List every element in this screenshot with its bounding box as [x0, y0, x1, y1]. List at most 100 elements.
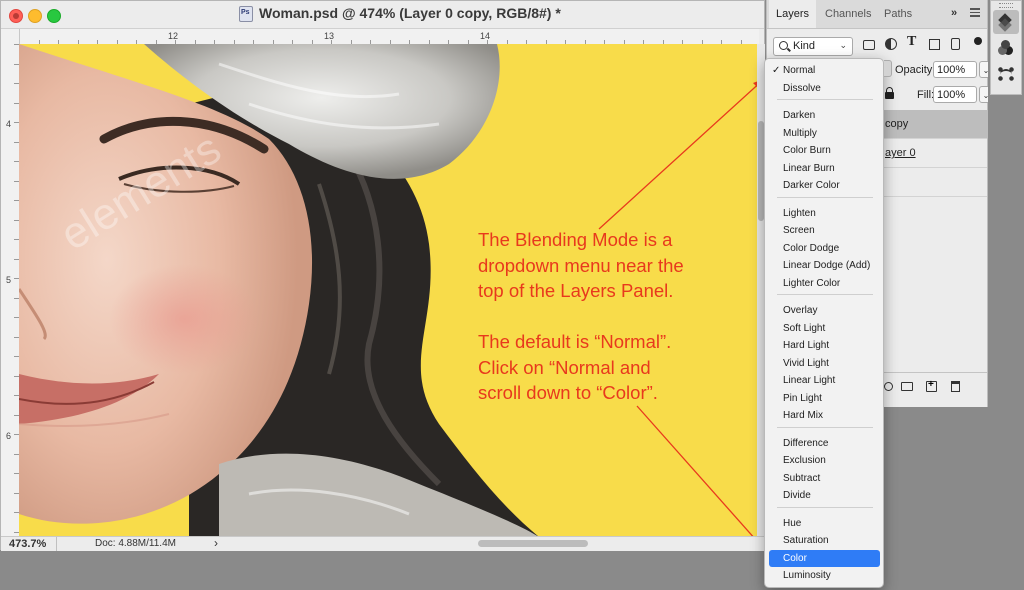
tab-paths[interactable]: Paths	[877, 0, 919, 28]
blend-mode-color-dodge[interactable]: Color Dodge	[769, 240, 880, 257]
new-layer-icon[interactable]	[926, 379, 937, 392]
folder-icon[interactable]	[901, 382, 913, 391]
blend-mode-dissolve[interactable]: Dissolve	[769, 80, 880, 97]
shape-filter-icon[interactable]	[929, 39, 940, 50]
blend-mode-label: Soft Light	[783, 322, 826, 334]
blend-mode-label: Lighten	[783, 207, 816, 219]
type-filter-icon[interactable]: T	[907, 34, 921, 49]
close-button[interactable]	[9, 9, 23, 23]
document-size-info: Doc: 4.88M/11.4M	[95, 538, 176, 549]
ruler-v-label: 4	[6, 119, 12, 129]
blend-mode-label: Luminosity	[783, 570, 831, 581]
blend-mode-color[interactable]: Color	[769, 549, 880, 567]
status-divider	[56, 537, 57, 551]
panel-collapse-button[interactable]: »	[951, 7, 957, 19]
fill-label: Fill:	[917, 89, 935, 101]
blend-mode-darken[interactable]: Darken	[769, 107, 880, 124]
title-bar[interactable]: Woman.psd @ 474% (Layer 0 copy, RGB/8#) …	[1, 1, 764, 29]
menu-separator	[777, 294, 873, 295]
channels-icon[interactable]	[993, 36, 1019, 60]
blend-mode-luminosity[interactable]: Luminosity	[769, 567, 880, 584]
panel-menu-icon[interactable]	[970, 8, 980, 17]
blend-mode-overlay[interactable]: Overlay	[769, 302, 880, 319]
blend-mode-label: Hard Mix	[783, 410, 824, 421]
blend-mode-linear-dodge-add[interactable]: Linear Dodge (Add)	[769, 257, 880, 274]
smart-object-filter-icon[interactable]	[951, 38, 960, 50]
blend-mode-saturation[interactable]: Saturation	[769, 532, 880, 549]
blend-mode-hue[interactable]: Hue	[769, 515, 880, 532]
layer-filter-kind-select[interactable]: Kind ⌄	[773, 37, 853, 56]
chevron-down-icon: ⌄	[839, 40, 847, 50]
dock-grip[interactable]	[999, 3, 1013, 8]
blend-mode-label: Pin Light	[783, 392, 822, 404]
blend-mode-label: Darken	[783, 110, 816, 121]
blend-mode-label: Overlay	[783, 305, 818, 316]
blend-mode-label: Exclusion	[783, 455, 826, 466]
status-menu-arrow[interactable]: ›	[214, 536, 218, 550]
fx-icon[interactable]	[884, 382, 893, 391]
ruler-h-label: 12	[168, 31, 179, 41]
blend-mode-multiply[interactable]: Multiply	[769, 125, 880, 142]
blend-mode-color-burn[interactable]: Color Burn	[769, 142, 880, 159]
blend-mode-normal[interactable]: ✓ Normal	[769, 62, 880, 79]
blend-mode-vivid-light[interactable]: Vivid Light	[769, 355, 880, 372]
fill-input[interactable]: 100%	[933, 86, 977, 103]
annotation-text: The Blending Mode is a dropdown menu nea…	[478, 229, 684, 403]
ruler-h-label: 13	[324, 31, 335, 41]
blend-mode-exclusion[interactable]: Exclusion	[769, 452, 880, 469]
blend-mode-lighten[interactable]: Lighten	[769, 205, 880, 222]
horizontal-ruler[interactable]: 12 13 14	[19, 29, 759, 45]
opacity-input[interactable]: 100%	[933, 61, 977, 78]
blend-mode-screen[interactable]: Screen	[769, 222, 880, 239]
panel-tabs: Layers Channels Paths »	[767, 0, 987, 29]
horizontal-scroll-thumb[interactable]	[478, 540, 588, 547]
blend-mode-label: Linear Burn	[783, 162, 835, 174]
menu-separator	[777, 506, 873, 508]
blend-mode-label: Linear Light	[783, 375, 836, 386]
search-icon	[779, 41, 788, 50]
blend-mode-divide[interactable]: Divide	[769, 487, 880, 504]
zoom-level[interactable]: 473.7%	[9, 538, 46, 550]
blend-mode-linear-light[interactable]: Linear Light	[769, 372, 880, 389]
blend-mode-pin-light[interactable]: Pin Light	[769, 390, 880, 407]
menu-separator	[777, 99, 873, 100]
filter-kind-label: Kind	[793, 40, 816, 52]
layers-icon[interactable]	[993, 10, 1019, 34]
psd-file-icon	[239, 6, 253, 22]
lock-icon[interactable]	[885, 87, 894, 99]
blend-mode-lighter-color[interactable]: Lighter Color	[769, 275, 880, 292]
ruler-v-label: 6	[6, 431, 12, 441]
blend-mode-label: Saturation	[783, 535, 829, 546]
blend-mode-select-edge[interactable]	[884, 60, 892, 77]
minimize-button[interactable]	[28, 9, 42, 23]
status-bar: 473.7% Doc: 4.88M/11.4M ›	[1, 536, 764, 551]
blend-mode-label: Normal	[783, 65, 816, 76]
blend-mode-label: Hue	[783, 517, 802, 529]
adjustment-filter-icon[interactable]	[885, 38, 897, 50]
blend-mode-label: Subtract	[783, 472, 821, 484]
blend-mode-linear-burn[interactable]: Linear Burn	[769, 160, 880, 177]
filter-toggle-icon[interactable]	[974, 37, 982, 45]
layer-name: copy	[885, 118, 909, 130]
blend-mode-label: Hard Light	[783, 340, 830, 351]
blend-mode-difference[interactable]: Difference	[769, 435, 880, 452]
blend-mode-hard-light[interactable]: Hard Light	[769, 337, 880, 354]
blend-mode-hard-mix[interactable]: Hard Mix	[769, 407, 880, 424]
blend-mode-label: Color Burn	[783, 145, 831, 156]
blend-mode-label: Color Dodge	[783, 242, 840, 254]
maximize-button[interactable]	[47, 9, 61, 23]
blend-mode-subtract[interactable]: Subtract	[769, 470, 880, 487]
vertical-ruler[interactable]: 4 5 6	[1, 29, 20, 537]
image-filter-icon[interactable]	[863, 40, 875, 50]
opacity-label: Opacity:	[895, 64, 936, 76]
blend-mode-label: Difference	[783, 437, 829, 449]
tab-layers[interactable]: Layers	[769, 0, 817, 28]
trash-icon[interactable]	[951, 381, 960, 392]
paths-icon[interactable]	[993, 62, 1019, 86]
blend-mode-darker-color[interactable]: Darker Color	[769, 177, 880, 194]
tab-channels[interactable]: Channels	[818, 0, 878, 28]
ruler-h-label: 14	[480, 31, 491, 41]
blend-mode-soft-light[interactable]: Soft Light	[769, 320, 880, 337]
layer-name: ayer 0	[885, 147, 916, 159]
menu-separator	[777, 426, 873, 428]
